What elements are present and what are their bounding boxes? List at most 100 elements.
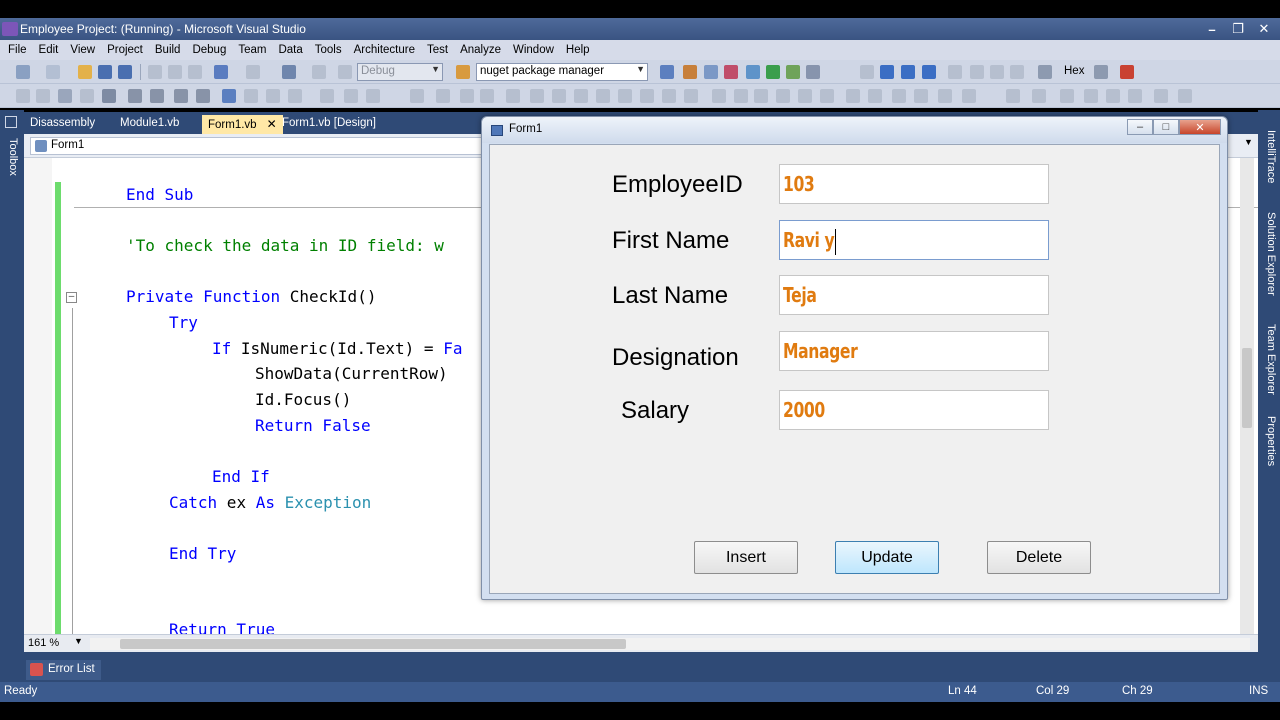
chevron-down-icon[interactable]: ▼: [74, 636, 83, 646]
object-browser-icon[interactable]: [724, 65, 738, 79]
zoom-level[interactable]: 161 %: [28, 637, 59, 649]
find-icon[interactable]: [660, 65, 674, 79]
decrease-spacing-icon[interactable]: [640, 89, 654, 103]
solution-explorer-icon[interactable]: [683, 65, 697, 79]
form1-titlebar[interactable]: Form1 – □ ✕: [482, 117, 1227, 143]
menu-data[interactable]: Data: [272, 44, 308, 56]
step-over-icon[interactable]: [990, 65, 1004, 79]
first-name-input[interactable]: Ravi y: [779, 220, 1049, 260]
minimize-icon[interactable]: –: [1127, 119, 1153, 135]
bring-to-front-icon[interactable]: [410, 89, 424, 103]
grid-icon[interactable]: [684, 89, 698, 103]
team-explorer-tab[interactable]: Team Explorer: [1261, 324, 1277, 395]
collapse-icon[interactable]: –: [66, 292, 77, 303]
designation-input[interactable]: Manager: [779, 331, 1049, 371]
menu-team[interactable]: Team: [232, 44, 272, 56]
add-item-icon[interactable]: [46, 65, 60, 79]
breakpoints-icon[interactable]: [1120, 65, 1134, 79]
make-same-width-icon[interactable]: [128, 89, 142, 103]
open-file-icon[interactable]: [78, 65, 92, 79]
break-all-icon[interactable]: [880, 65, 894, 79]
copy-icon[interactable]: [168, 65, 182, 79]
insert-button[interactable]: Insert: [694, 541, 798, 574]
restore-icon[interactable]: ❐: [1226, 20, 1250, 38]
navigate-backward-icon[interactable]: [282, 65, 296, 79]
menu-tools[interactable]: Tools: [309, 44, 348, 56]
properties-tab[interactable]: Properties: [1261, 416, 1277, 466]
menu-project[interactable]: Project: [101, 44, 149, 56]
find-in-files-icon[interactable]: [456, 65, 470, 79]
salary-input[interactable]: 2000: [779, 390, 1049, 430]
split-icon[interactable]: [938, 89, 952, 103]
employee-id-input[interactable]: 103: [779, 164, 1049, 204]
remove-spacing-icon[interactable]: [662, 89, 676, 103]
whitespace-icon[interactable]: [820, 89, 834, 103]
menu-edit[interactable]: Edit: [33, 44, 65, 56]
prev-bookmark-icon[interactable]: [244, 89, 258, 103]
align-centers-icon[interactable]: [36, 89, 50, 103]
menu-help[interactable]: Help: [560, 44, 596, 56]
command-window-icon[interactable]: [806, 65, 820, 79]
tab-order-icon[interactable]: [460, 89, 474, 103]
chevron-down-icon[interactable]: ▼: [1244, 137, 1256, 155]
stop-debugging-icon[interactable]: [901, 65, 915, 79]
navigate-forward-icon[interactable]: [312, 65, 326, 79]
solution-configuration-combo[interactable]: Debug ▼: [357, 63, 443, 81]
hex-toggle[interactable]: Hex: [1064, 65, 1084, 77]
table-icon[interactable]: [846, 89, 860, 103]
equal-spacing-icon[interactable]: [596, 89, 610, 103]
scrollbar-thumb[interactable]: [120, 639, 626, 649]
relationship-icon[interactable]: [1084, 89, 1098, 103]
paste-icon[interactable]: [188, 65, 202, 79]
tab-disassembly[interactable]: Disassembly: [24, 115, 101, 134]
intellitrace-tab[interactable]: IntelliTrace: [1261, 130, 1277, 183]
align-tops-icon[interactable]: [102, 89, 116, 103]
tools-icon[interactable]: [1106, 89, 1120, 103]
show-next-statement-icon[interactable]: [948, 65, 962, 79]
scrollbar-thumb[interactable]: [1242, 348, 1252, 428]
diagram-icon[interactable]: [1060, 89, 1074, 103]
tab-module1-vb[interactable]: Module1.vb: [114, 115, 185, 134]
error-list-tab[interactable]: Error List: [26, 660, 101, 680]
find-combo[interactable]: nuget package manager ▼: [476, 63, 648, 81]
uncomment-icon[interactable]: [196, 89, 210, 103]
align-rights-icon[interactable]: [80, 89, 94, 103]
minimize-icon[interactable]: –: [1200, 20, 1224, 38]
make-same-height-icon[interactable]: [150, 89, 164, 103]
bookmark-icon[interactable]: [222, 89, 236, 103]
print-icon[interactable]: [1154, 89, 1168, 103]
outline-icon[interactable]: [776, 89, 790, 103]
menu-build[interactable]: Build: [149, 44, 187, 56]
comment-icon[interactable]: [174, 89, 188, 103]
align-to-grid-icon[interactable]: [552, 89, 566, 103]
schema-icon[interactable]: [1006, 89, 1020, 103]
menu-test[interactable]: Test: [421, 44, 454, 56]
center-horizontally-icon[interactable]: [366, 89, 380, 103]
align-bottoms-icon[interactable]: [506, 89, 520, 103]
toolbox-pin-icon[interactable]: [5, 116, 17, 128]
editor-vertical-scrollbar[interactable]: [1240, 158, 1254, 634]
undo-icon[interactable]: [214, 65, 228, 79]
update-button[interactable]: Update: [835, 541, 939, 574]
menu-architecture[interactable]: Architecture: [348, 44, 421, 56]
menu-debug[interactable]: Debug: [186, 44, 232, 56]
toolbox-icon[interactable]: [746, 65, 760, 79]
clear-bookmarks-icon[interactable]: [288, 89, 302, 103]
menu-analyze[interactable]: Analyze: [454, 44, 507, 56]
next-bookmark-icon[interactable]: [266, 89, 280, 103]
save-all-icon[interactable]: [118, 65, 132, 79]
size-to-grid-icon[interactable]: [574, 89, 588, 103]
column-icon[interactable]: [868, 89, 882, 103]
delete-button[interactable]: Delete: [987, 541, 1091, 574]
stack-frame-icon[interactable]: [1094, 65, 1108, 79]
vertical-spacing-icon[interactable]: [344, 89, 358, 103]
close-icon[interactable]: ✕: [1179, 119, 1221, 135]
last-name-input[interactable]: Teja: [779, 275, 1049, 315]
merge-icon[interactable]: [914, 89, 928, 103]
query-icon[interactable]: [1032, 89, 1046, 103]
maximize-icon[interactable]: □: [1153, 119, 1179, 135]
class-name-combo[interactable]: Form1: [30, 137, 490, 155]
tab-form1-vb[interactable]: Form1.vb ✕: [202, 115, 283, 134]
watch-icon[interactable]: [1038, 65, 1052, 79]
step-out-icon[interactable]: [1010, 65, 1024, 79]
